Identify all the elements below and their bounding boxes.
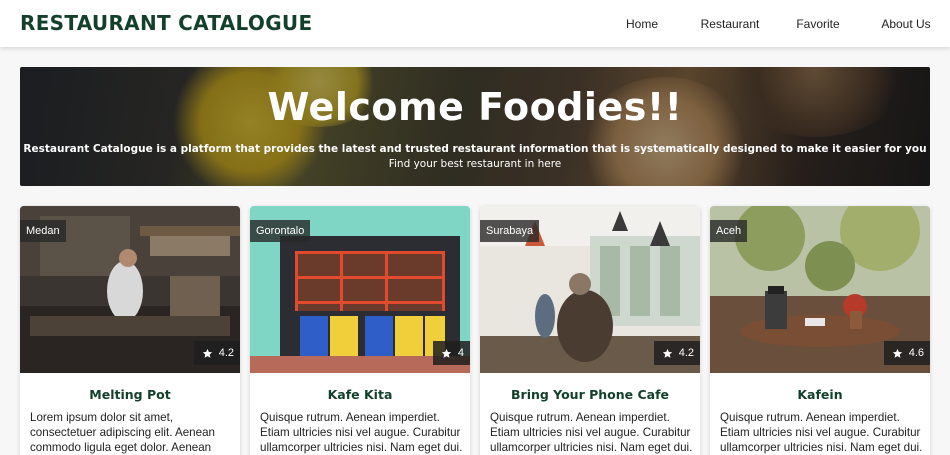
star-icon (202, 348, 212, 358)
restaurant-rating-value: 4.2 (218, 347, 234, 359)
restaurant-card[interactable]: Surabaya 4.2 Bring Your Phone Cafe Quisq… (480, 206, 700, 455)
restaurant-list: Medan 4.2 Melting Pot Lorem ipsum dolor … (20, 206, 930, 455)
restaurant-card[interactable]: Aceh 4.6 Kafein Quisque rutrum. Aenean i… (710, 206, 930, 455)
navbar: RESTAURANT CATALOGUE Home Restaurant Fav… (0, 0, 950, 47)
restaurant-rating-value: 4.6 (908, 347, 924, 359)
restaurant-description: Quisque rutrum. Aenean imperdiet. Etiam … (490, 411, 693, 454)
restaurant-name[interactable]: Kafe Kita (250, 387, 470, 402)
star-icon (662, 348, 672, 358)
restaurant-name[interactable]: Melting Pot (20, 387, 240, 402)
restaurant-rating-value: 4.2 (678, 347, 694, 359)
restaurant-description: Quisque rutrum. Aenean imperdiet. Etiam … (260, 411, 463, 454)
restaurant-city-badge: Aceh (710, 220, 748, 242)
nav-home-link[interactable]: Home (598, 0, 686, 47)
restaurant-city-badge: Surabaya (480, 220, 540, 242)
nav-about-link[interactable]: About Us (862, 0, 950, 47)
star-icon (441, 348, 452, 358)
hero-description: Restaurant Catalogue is a platform that … (23, 143, 927, 155)
restaurant-rating-badge: 4.2 (653, 341, 700, 365)
nav-favorite-link[interactable]: Favorite (774, 0, 862, 47)
restaurant-card[interactable]: Gorontalo 4 Kafe Kita Quisque rutrum. Ae… (250, 206, 470, 455)
restaurant-card[interactable]: Medan 4.2 Melting Pot Lorem ipsum dolor … (20, 206, 240, 455)
restaurant-description: Lorem ipsum dolor sit amet, consectetuer… (30, 411, 215, 454)
nav-restaurant-link[interactable]: Restaurant (686, 0, 774, 47)
restaurant-rating-badge: 4.2 (193, 341, 240, 365)
restaurant-name[interactable]: Kafein (710, 387, 930, 402)
restaurant-city-badge: Medan (20, 220, 66, 242)
nav-menu: Home Restaurant Favorite About Us (598, 0, 950, 47)
restaurant-city-badge: Gorontalo (250, 220, 311, 242)
restaurant-rating-badge: 4.6 (883, 341, 930, 365)
hero-subtitle: Find your best restaurant in here (388, 158, 562, 170)
brand-logo[interactable]: RESTAURANT CATALOGUE (20, 11, 312, 35)
restaurant-name[interactable]: Bring Your Phone Cafe (480, 387, 700, 402)
restaurant-rating-badge: 4 (432, 341, 470, 365)
hero-title: Welcome Foodies!! (267, 85, 683, 129)
star-icon (892, 348, 902, 358)
hero-banner: Welcome Foodies!! Restaurant Catalogue i… (20, 67, 930, 186)
restaurant-rating-value: 4 (457, 347, 464, 359)
restaurant-description: Quisque rutrum. Aenean imperdiet. Etiam … (720, 411, 923, 454)
